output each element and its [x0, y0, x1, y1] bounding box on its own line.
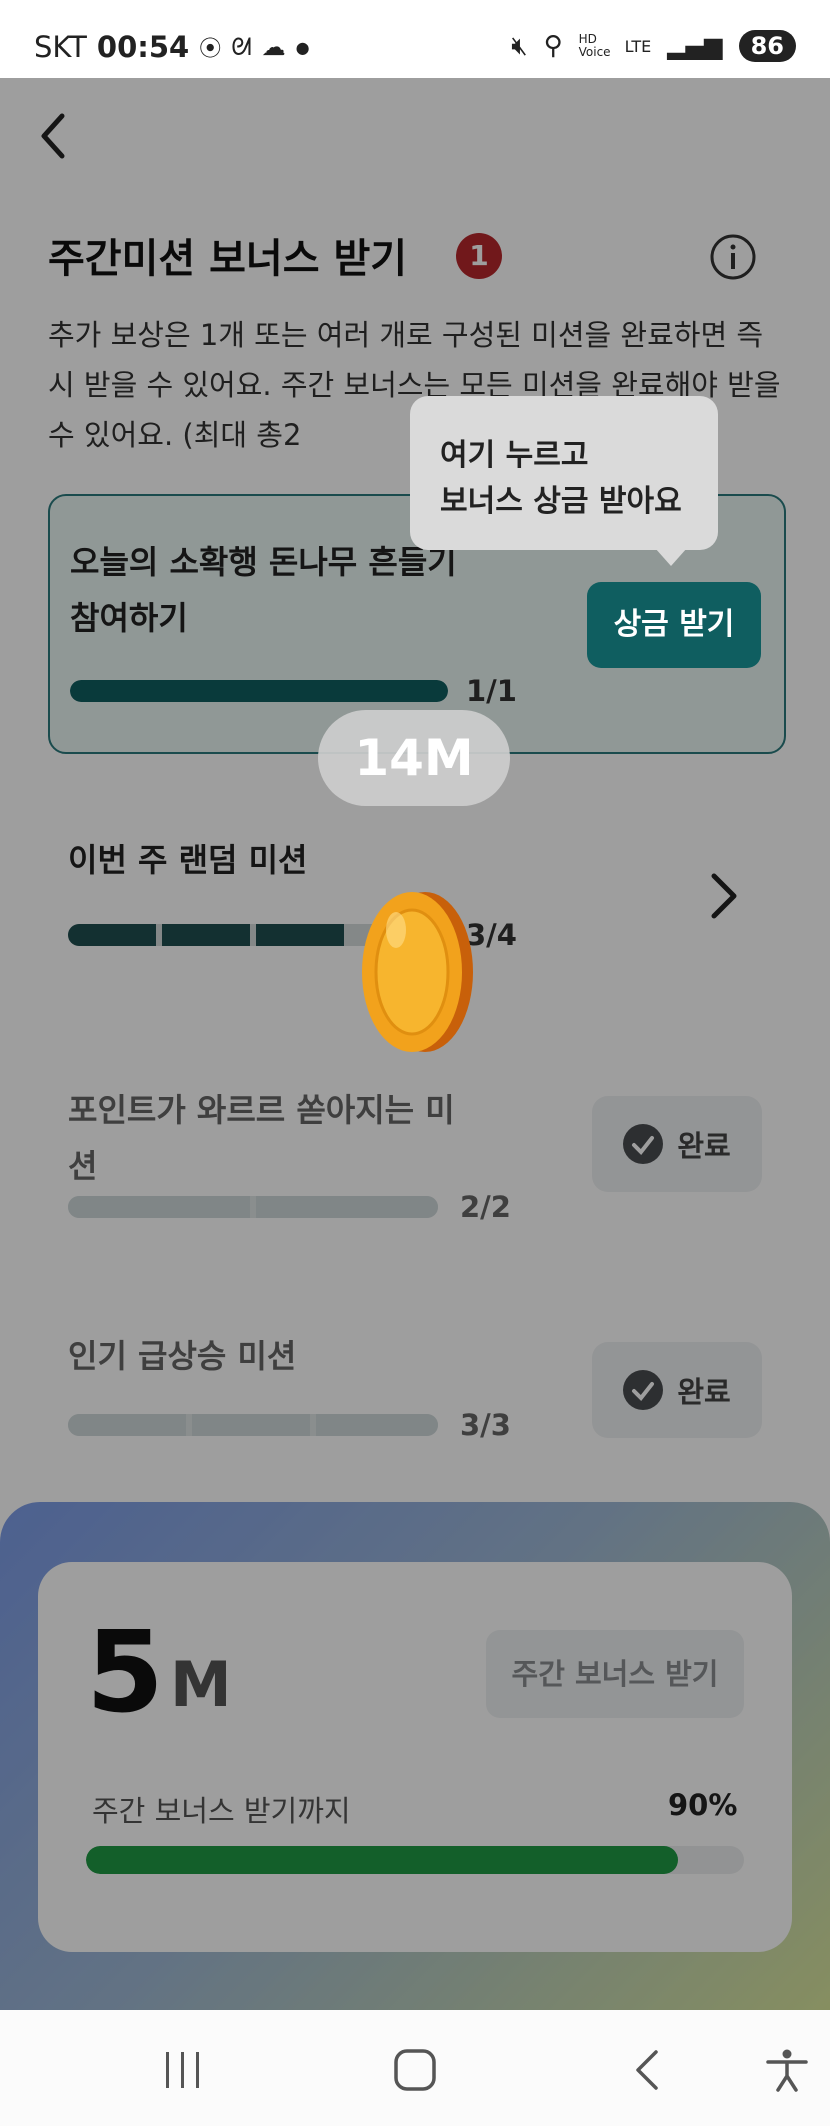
- status-bar: SKT 00:54 ⦿ ᘛ ☁ ● 🔇︎ ⚲ HD Voice LTE ▂▄▆ …: [0, 0, 830, 78]
- hd-voice-icon: HD Voice: [578, 32, 611, 59]
- home-icon[interactable]: [390, 2048, 440, 2092]
- back-icon[interactable]: [624, 2048, 674, 2092]
- status-left: SKT 00:54 ⦿ ᘛ ☁ ●: [34, 30, 310, 64]
- accessibility-icon[interactable]: [762, 2048, 812, 2092]
- coin-icon: [362, 892, 473, 1052]
- location-dot-icon: ⦿: [199, 37, 222, 62]
- carrier-label: SKT: [34, 30, 87, 64]
- dot-icon: ●: [295, 37, 310, 57]
- tooltip-line: 여기 누르고: [440, 438, 589, 473]
- tooltip-tail: [655, 548, 687, 566]
- location-icon: ⚲: [543, 31, 563, 61]
- tooltip: 여기 누르고 보너스 상금 받아요: [410, 396, 718, 550]
- recent-apps-icon[interactable]: [158, 2048, 208, 2092]
- mute-icon: 🔇︎: [511, 30, 528, 61]
- clock: 00:54: [96, 30, 190, 64]
- claim-prize-button[interactable]: 상금 받기: [587, 582, 761, 668]
- signal-icon: ▂▄▆: [667, 32, 723, 60]
- points-toast: 14M: [318, 710, 510, 806]
- tooltip-line: 보너스 상금 받아요: [440, 484, 682, 519]
- battery-indicator: 86: [738, 30, 796, 62]
- navigation-bar: [0, 2010, 830, 2126]
- rabbit-icon: ᘛ: [231, 33, 252, 61]
- lte-icon: LTE: [624, 36, 652, 56]
- cloud-icon: ☁: [261, 33, 286, 61]
- status-right: 🔇︎ ⚲ HD Voice LTE ▂▄▆ 86: [511, 30, 796, 62]
